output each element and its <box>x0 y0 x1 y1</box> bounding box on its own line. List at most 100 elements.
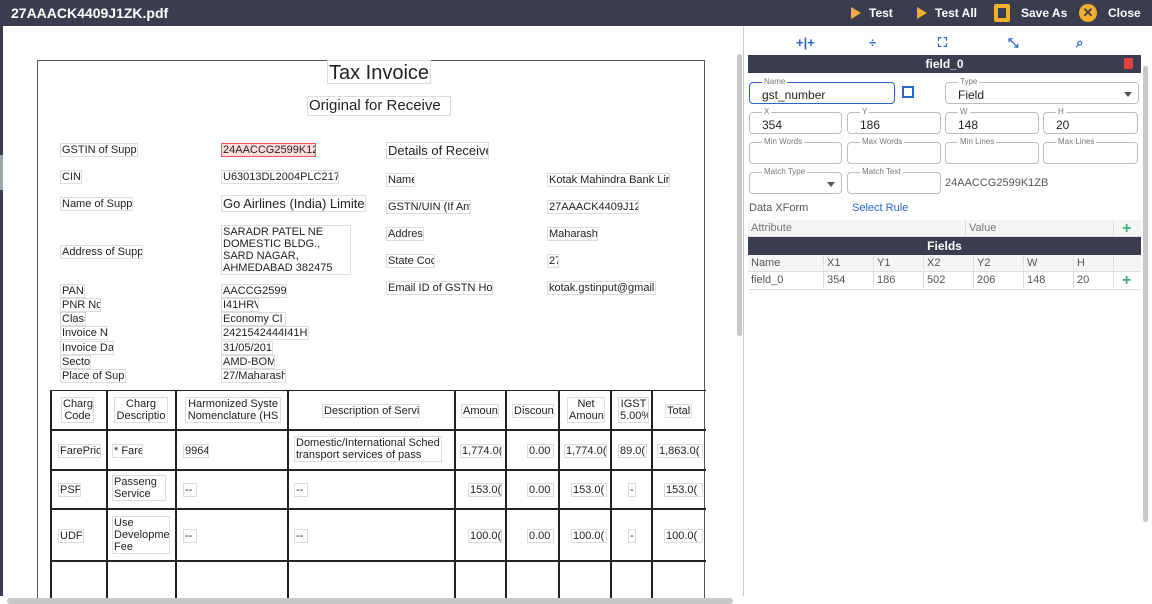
supplier-label[interactable]: Name of Supp <box>60 197 133 211</box>
receiver-label[interactable]: GSTN/UIN (If Any <box>386 200 471 214</box>
table-cell[interactable]: - <box>628 529 636 543</box>
table-cell[interactable]: -- <box>294 483 308 497</box>
panel-scrollbar[interactable] <box>1143 66 1148 522</box>
table-header[interactable]: Net Amoun <box>567 397 605 423</box>
min-words-field[interactable]: Min Words <box>749 137 842 164</box>
table-header[interactable]: Charg Descriptio <box>114 397 168 423</box>
table-cell[interactable]: UDF <box>58 529 84 543</box>
save-as-button[interactable]: Save As <box>994 0 1067 26</box>
table-cell[interactable]: 0.00 <box>527 529 554 543</box>
table-cell[interactable]: - <box>628 483 636 497</box>
table-cell[interactable]: 100.0( <box>468 529 502 543</box>
y-field[interactable]: Y 186 <box>847 107 941 134</box>
sector-value[interactable]: AMD-BOM <box>221 355 275 369</box>
table-cell[interactable]: 153.0( <box>468 483 502 497</box>
table-header[interactable]: IGST 5.00% <box>618 397 649 423</box>
max-words-field[interactable]: Max Words <box>847 137 941 164</box>
select-rule-link[interactable]: Select Rule <box>852 202 908 214</box>
table-header[interactable]: Charg Code <box>61 397 94 423</box>
max-lines-field[interactable]: Max Lines <box>1043 137 1138 164</box>
table-cell[interactable]: 153.0( <box>664 483 703 497</box>
match-type-select[interactable]: Match Type <box>749 167 842 194</box>
receiver-heading[interactable]: Details of Receive <box>386 142 489 159</box>
table-cell[interactable]: Passeng Service Fe <box>112 475 166 501</box>
table-header[interactable]: Discoun <box>512 404 554 418</box>
table-cell[interactable]: Domestic/International Sched transport s… <box>294 436 442 462</box>
table-cell[interactable]: -- <box>183 483 197 497</box>
table-cell[interactable]: PSF <box>58 483 81 497</box>
receiver-value[interactable]: 27AAACK4409J12 <box>547 200 639 214</box>
supplier-label[interactable]: Address of Supp <box>60 245 143 259</box>
table-cell[interactable]: * Fare <box>112 444 143 458</box>
expand-vertical-icon[interactable]: ÷ <box>869 35 876 50</box>
invoice-date-value[interactable]: 31/05/201 <box>221 341 273 355</box>
receiver-label[interactable]: Addres <box>386 227 424 241</box>
min-lines-field[interactable]: Min Lines <box>945 137 1039 164</box>
table-cell[interactable]: FarePric <box>58 444 101 458</box>
expand-horizontal-icon[interactable]: +|+ <box>796 35 815 50</box>
supplier-label[interactable]: Invoice N <box>60 326 108 340</box>
pan-value[interactable]: AACCG2599 <box>221 284 287 298</box>
table-header[interactable]: Total <box>665 404 692 418</box>
receiver-label[interactable]: State Coc <box>386 254 435 268</box>
table-header[interactable]: Description of Servi <box>322 404 420 418</box>
supplier-label[interactable]: CIN: <box>60 170 82 184</box>
receiver-label[interactable]: Email ID of GSTN Ho <box>386 281 493 295</box>
horizontal-scrollbar[interactable] <box>7 598 733 604</box>
invoice-title[interactable]: Tax Invoice <box>327 60 431 84</box>
supplier-label[interactable]: PNR Nc <box>60 298 101 312</box>
delete-icon[interactable] <box>1124 58 1133 69</box>
pdf-viewer[interactable]: Tax Invoice Original for Receive GSTIN o… <box>3 26 742 604</box>
zoom-icon[interactable]: ⌕ <box>1076 35 1083 51</box>
test-all-button[interactable]: Test All <box>917 0 977 26</box>
x-field[interactable]: X 354 <box>749 107 842 134</box>
invoice-number-value[interactable]: 2421542444I41H <box>221 326 309 340</box>
collapse-icon[interactable]: ⤡ <box>1008 35 1018 51</box>
match-text-field[interactable]: Match Text <box>847 167 941 194</box>
table-header[interactable]: Amoun <box>461 404 499 418</box>
table-cell[interactable]: -- <box>294 529 308 543</box>
invoice-subtitle[interactable]: Original for Receive <box>307 96 451 116</box>
table-cell[interactable]: 9964 <box>183 444 209 458</box>
receiver-value[interactable]: Kotak Mahindra Bank Lir <box>547 173 670 187</box>
table-cell[interactable]: 100.0( <box>571 529 607 543</box>
fullscreen-icon[interactable]: ⛶ <box>938 35 947 51</box>
test-button[interactable]: Test <box>851 0 893 26</box>
select-region-icon[interactable] <box>902 86 914 98</box>
class-value[interactable]: Economy Cl <box>221 312 286 326</box>
receiver-value[interactable]: 27 <box>547 254 559 268</box>
type-select[interactable]: Type Field <box>945 77 1139 104</box>
receiver-value[interactable]: kotak.gstinput@gmail <box>547 281 656 295</box>
table-cell[interactable]: 0.00 <box>527 444 554 458</box>
supplier-label[interactable]: Secto <box>60 355 91 369</box>
table-cell[interactable]: 1,774.0( <box>564 444 607 458</box>
receiver-label[interactable]: Name <box>386 173 415 187</box>
pnr-value[interactable]: I41HRV <box>221 298 259 312</box>
add-field-icon[interactable]: + <box>1122 273 1131 289</box>
table-header[interactable]: Harmonized Syste Nomenclature (HS <box>185 397 281 423</box>
supplier-label[interactable]: Class <box>60 312 86 326</box>
name-field[interactable]: Name gst_number <box>749 77 895 104</box>
table-cell[interactable]: -- <box>183 529 197 543</box>
supplier-label[interactable]: GSTIN of Suppl <box>60 143 138 157</box>
h-field[interactable]: H 20 <box>1043 107 1138 134</box>
supplier-label[interactable]: PAN <box>60 284 85 298</box>
table-cell[interactable]: 100.0( <box>664 529 703 543</box>
table-cell[interactable]: 89.0( <box>618 444 647 458</box>
supplier-name-value[interactable]: Go Airlines (India) Limite <box>221 195 366 212</box>
place-value[interactable]: 27/Maharash <box>221 369 286 383</box>
w-field[interactable]: W 148 <box>945 107 1039 134</box>
vertical-scrollbar[interactable] <box>737 54 742 336</box>
table-cell[interactable]: 1,863.0( <box>657 444 703 458</box>
supplier-address-value[interactable]: SARADR PATEL NE DOMESTIC BLDG., SARD NAG… <box>221 225 351 275</box>
close-button[interactable]: ✕ Close <box>1079 0 1141 26</box>
table-cell[interactable]: Use Developme Fee <box>112 516 170 554</box>
add-attribute-icon[interactable]: + <box>1122 221 1131 237</box>
supplier-label[interactable]: Place of Sup <box>60 369 126 383</box>
table-cell[interactable]: 1,774.0( <box>460 444 502 458</box>
supplier-label[interactable]: Invoice Da <box>60 341 114 355</box>
table-cell[interactable]: 153.0( <box>571 483 607 497</box>
table-row[interactable]: field_0 354 186 502 206 148 20 + <box>748 272 1141 290</box>
cin-value[interactable]: U63013DL2004PLC217 <box>221 170 339 184</box>
gstin-value-selected[interactable]: 24AACCG2599K12 <box>221 143 316 157</box>
